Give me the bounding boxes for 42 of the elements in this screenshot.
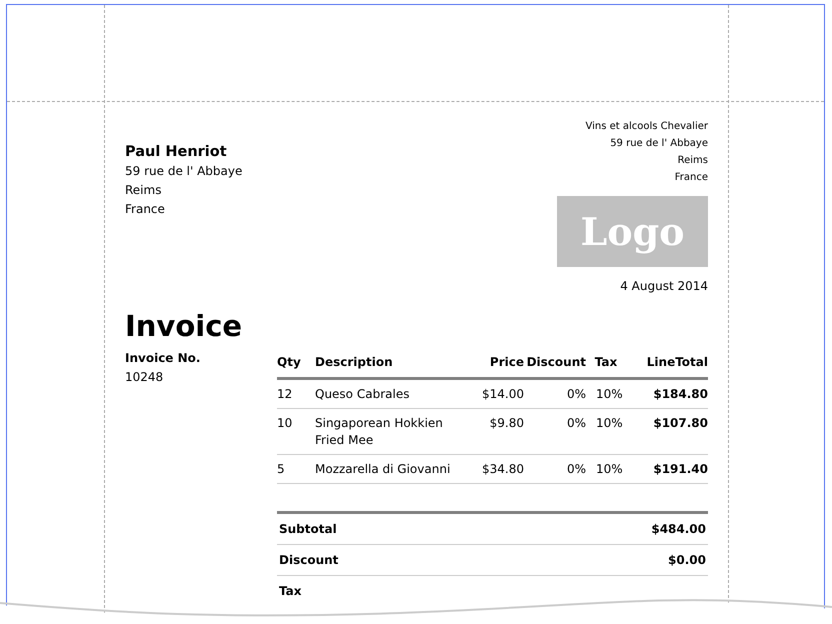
total-value: $484.00	[651, 522, 706, 537]
company-address-line: Vins et alcools Chevalier	[585, 120, 708, 134]
table-cell-text: $9.80	[488, 415, 524, 432]
table-cell-text: 10%	[595, 415, 624, 432]
table-cell-text: Singaporean Hokkien Fried Mee	[315, 415, 444, 449]
table-cell-text: 10%	[595, 461, 624, 478]
table-cell-text: 0%	[566, 386, 586, 403]
customer-address-line: France	[125, 201, 166, 218]
table-cell-text: 0%	[566, 415, 586, 432]
total-label: Discount	[279, 553, 338, 568]
table-cell-text: 12	[277, 386, 294, 403]
total-label: Tax	[279, 584, 302, 599]
total-value: $0.00	[668, 553, 706, 568]
table-cell-text: $191.40	[652, 461, 708, 478]
customer-name: Paul Henriot	[125, 143, 228, 162]
table-cell-text: $34.80	[481, 461, 524, 478]
invoice-number-label: Invoice No.	[125, 350, 202, 367]
table-cell-text: $184.80	[652, 386, 708, 403]
customer-address-line: 59 rue de l' Abbaye	[125, 163, 242, 180]
company-address-line: Reims	[678, 154, 708, 168]
invoice-date: 4 August 2014	[620, 278, 708, 295]
table-cell-text: 10%	[595, 386, 624, 403]
column-header: Qty	[277, 355, 302, 369]
column-header: Description	[315, 355, 394, 369]
table-cell-text: 0%	[566, 461, 586, 478]
table-cell-text: Queso Cabrales	[315, 386, 410, 403]
company-address-line: France	[674, 171, 708, 185]
table-cell-text: $14.00	[481, 386, 524, 403]
invoice-title: Invoice	[125, 308, 244, 345]
logo-text: Logo	[580, 208, 684, 254]
company-address-line: 59 rue de l' Abbaye	[610, 137, 708, 151]
column-header: Price	[488, 355, 524, 369]
customer-address-line: Reims	[125, 182, 162, 199]
column-header: Discount	[526, 355, 586, 369]
invoice-number: 10248	[125, 369, 164, 386]
table-cell-text: $107.80	[652, 415, 708, 432]
column-header: LineTotal	[646, 355, 708, 369]
table-cell-text: 10	[277, 415, 294, 432]
table-cell-text: Mozzarella di Giovanni	[315, 461, 452, 478]
column-header: Tax	[594, 355, 618, 369]
total-label: Subtotal	[279, 522, 337, 537]
table-cell-text: 5	[277, 461, 286, 478]
